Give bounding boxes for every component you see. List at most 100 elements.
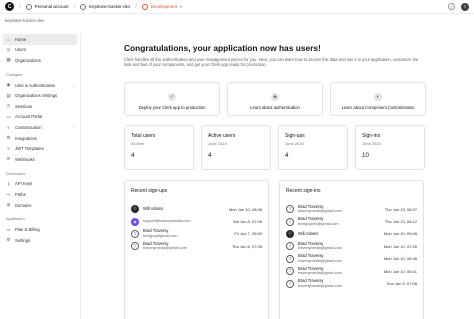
- learn-customization-card[interactable]: ◐ Learn about Component Customization: [330, 82, 426, 116]
- user-name: Will Adams: [143, 205, 164, 211]
- users-icon: ◎: [6, 46, 11, 52]
- stat-card-sign-ins: Sign-ins June 2024 10: [355, 125, 425, 170]
- signup-date: Mon Jun 10, 08:08: [228, 206, 262, 212]
- shield-icon: ◈: [271, 93, 279, 101]
- sidebar-section-application: Application: [6, 217, 25, 222]
- signup-date: Sat Jun 8, 07:08: [232, 219, 262, 225]
- sidebar-item-webhooks[interactable]: ⟳ Webhooks: [3, 154, 77, 165]
- sidebar-item-api-keys[interactable]: ⚷ API Keys: [3, 179, 77, 190]
- list-item[interactable]: Will Adams Mon Jun 10, 09:08: [286, 228, 417, 240]
- list-item[interactable]: T Brad Traversy techguyinfo@gmail.com Th…: [286, 215, 417, 227]
- sidebar-item-label: Organizations Settings: [15, 93, 58, 99]
- sidebar-item-jwt-templates[interactable]: ≡ JWT Templates: [3, 143, 77, 154]
- sidebar-item-plan-billing[interactable]: ▭ Plan & Billing: [3, 224, 77, 235]
- paths-icon: ⤳: [6, 191, 11, 197]
- account-portal-icon: ▭: [6, 113, 11, 119]
- organization-settings-icon: ▤: [6, 92, 11, 98]
- environment-switcher[interactable]: Development ▾: [141, 3, 182, 10]
- stat-card-active-users: Active users June 2024 4: [201, 125, 271, 170]
- stat-title: Sign-ins: [362, 133, 381, 139]
- signin-date: Thu Jun 13, 08:12: [384, 219, 417, 225]
- card-label: Deploy your Clerk app to production: [138, 105, 206, 110]
- help-icon[interactable]: ?: [448, 3, 455, 10]
- stat-value: 4: [285, 152, 289, 159]
- list-item[interactable]: T Brad Traversy techguy@gmail.com Fri Ju…: [131, 228, 262, 240]
- sidebar-item-organizations-settings[interactable]: ▤ Organizations Settings: [3, 90, 77, 101]
- user-email: travenymedia@gmail.com: [298, 258, 342, 263]
- chevron-down-icon: ▾: [179, 4, 182, 9]
- avatar: T: [286, 254, 294, 263]
- learn-authentication-card[interactable]: ◈ Learn about authentication: [227, 82, 323, 116]
- environment-icon: [141, 3, 148, 10]
- user-email: travenymedia@gmail.com: [298, 209, 342, 214]
- sidebar-item-label: Settings: [15, 237, 31, 243]
- stat-period: June 2024: [362, 141, 381, 146]
- user-avatar[interactable]: T: [461, 2, 469, 11]
- page-title: Congratulations, your application now ha…: [124, 43, 321, 53]
- organizations-icon: ▦: [6, 57, 11, 63]
- sidebar: ⌂ Home ◎ Users ▦ Organizations Configure…: [0, 30, 80, 319]
- sidebar-item-label: Account Portal: [15, 114, 43, 120]
- sidebar-item-label: Organizations: [15, 57, 41, 63]
- breadcrumb-separator: /: [73, 3, 76, 10]
- deploy-production-card[interactable]: ✓ Deploy your Clerk app to production: [124, 82, 220, 116]
- sidebar-item-account-portal[interactable]: ▭ Account Portal: [3, 112, 77, 123]
- sidebar-item-user-authentication[interactable]: ◉ User & Authentication ›: [3, 80, 77, 91]
- app-label: keystone-tracker-dev: [89, 4, 131, 9]
- clerk-logo[interactable]: C: [5, 2, 14, 11]
- application-name: keystone-tracker-dev: [5, 18, 45, 23]
- user-email: techguy@gmail.com: [143, 234, 178, 239]
- sidebar-item-paths[interactable]: ⤳ Paths: [3, 189, 77, 200]
- avatar: T: [286, 217, 294, 226]
- webhooks-icon: ⟳: [6, 156, 11, 162]
- list-item[interactable]: T Brad Traversy travenymedia@gmail.com T…: [131, 240, 262, 252]
- signin-date: Mon Jun 10, 06:48: [383, 256, 417, 262]
- signin-date: Thu Jun 13, 08:37: [384, 206, 417, 212]
- sidebar-item-sessions[interactable]: ◷ Sessions: [3, 101, 77, 112]
- avatar: ◉: [131, 217, 139, 226]
- avatar: [131, 205, 139, 214]
- sidebar-item-customization[interactable]: ◐ Customization ›: [3, 122, 77, 133]
- stat-period: June 2024: [285, 141, 304, 146]
- workspace-switcher[interactable]: Personal account: [25, 3, 69, 10]
- list-item[interactable]: ◉ support@travenymedia.com Sat Jun 8, 07…: [131, 215, 262, 227]
- avatar: T: [286, 279, 294, 288]
- list-item[interactable]: T Brad Traversy travenymedia@gmail.com T…: [286, 203, 417, 215]
- signin-date: Mon Jun 10, 05:41: [383, 268, 417, 274]
- customization-icon: ◐: [7, 124, 10, 130]
- list-item[interactable]: T Brad Traversy travenymedia@gmail.com M…: [286, 240, 417, 252]
- avatar: T: [131, 229, 139, 238]
- sidebar-item-settings[interactable]: ⚙ Settings: [3, 235, 77, 246]
- avatar: T: [286, 267, 294, 276]
- sidebar-item-label: Paths: [15, 191, 26, 197]
- stat-title: Total users: [131, 133, 156, 139]
- sidebar-item-label: Domains: [15, 202, 32, 208]
- app-switcher[interactable]: keystone-tracker-dev: [80, 3, 131, 10]
- list-item[interactable]: T Brad Traversy travenymedia@gmail.com M…: [286, 253, 417, 265]
- sidebar-item-organizations[interactable]: ▦ Organizations: [3, 55, 77, 66]
- sidebar-item-home[interactable]: ⌂ Home: [3, 34, 77, 45]
- sidebar-item-users[interactable]: ◎ Users: [3, 45, 77, 56]
- user-name: Will Adams: [298, 230, 319, 236]
- palette-icon: ◐: [374, 93, 382, 101]
- sidebar-item-integrations[interactable]: ⚙ Integrations: [3, 133, 77, 144]
- user-email: travenymedia@gmail.com: [143, 246, 187, 251]
- chevron-right-icon: ›: [72, 124, 74, 130]
- user-email: travenymedia@gmail.com: [298, 271, 342, 276]
- stat-title: Sign-ups: [285, 133, 305, 139]
- list-item[interactable]: Will Adams Mon Jun 10, 08:08: [131, 203, 262, 215]
- list-item[interactable]: T Brad Traversy travenymedia@gmail.com S…: [286, 277, 417, 289]
- panel-title: Recent sign-ups: [131, 188, 168, 194]
- top-bar: C / Personal account / keystone-tracker-…: [0, 0, 474, 14]
- sidebar-item-label: JWT Templates: [15, 146, 44, 152]
- stat-title: Active users: [208, 133, 236, 139]
- domains-icon: ◍: [6, 202, 11, 208]
- list-item[interactable]: T Brad Traversy travenymedia@gmail.com M…: [286, 265, 417, 277]
- billing-icon: ▭: [6, 226, 11, 232]
- main-content: Congratulations, your application now ha…: [80, 30, 474, 319]
- stat-value: 4: [208, 152, 212, 159]
- sidebar-item-domains[interactable]: ◍ Domains: [3, 200, 77, 211]
- avatar: T: [286, 205, 294, 214]
- signup-date: Thu Jun 6, 07:08: [231, 243, 262, 249]
- avatar: T: [131, 242, 139, 251]
